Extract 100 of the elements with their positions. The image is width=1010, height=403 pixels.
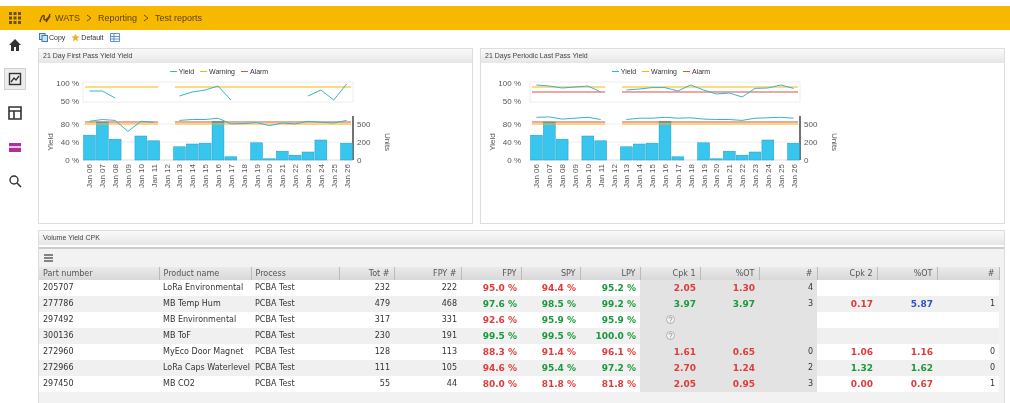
table-cell: PCBA Test: [251, 312, 339, 328]
column-header[interactable]: Product name: [159, 267, 251, 280]
breadcrumb-link[interactable]: Test reports: [155, 13, 203, 23]
tick-label: 40 %: [60, 138, 79, 147]
column-header[interactable]: #: [937, 267, 999, 280]
column-header[interactable]: Cpk 2: [817, 267, 877, 280]
axis-label: Units: [830, 132, 839, 152]
table-cell: PCBA Test: [251, 360, 339, 376]
home-icon: [8, 38, 22, 52]
axis-label: Yield: [488, 133, 497, 151]
table-cell: 1: [937, 296, 999, 312]
table-cell: 105: [394, 360, 461, 376]
axis-tick-label: Jan 25: [776, 164, 786, 189]
table-cell: 113: [394, 344, 461, 360]
axis-label: Yield: [46, 133, 55, 151]
column-header[interactable]: Cpk 1: [640, 267, 700, 280]
app-grid-icon[interactable]: [9, 12, 21, 24]
table-cell: 95.0 %: [461, 280, 521, 296]
table-cell: LoRa Environmental: [159, 280, 251, 296]
table-cell: 0.67: [877, 376, 937, 392]
table-cell: 0.65: [700, 344, 759, 360]
table-cell: 88.3 %: [461, 344, 521, 360]
tick-label: 0: [357, 156, 362, 165]
table-cell: 0: [759, 344, 817, 360]
chevron-icon: [143, 14, 150, 22]
tick-label: 100 %: [498, 79, 521, 88]
axis-tick-label: Jan 10: [136, 164, 146, 189]
dashboard-icon: [8, 106, 22, 120]
column-header[interactable]: Part number: [39, 267, 159, 280]
volume-bar: [134, 135, 148, 161]
table-cell: 2.05: [640, 376, 700, 392]
volume-bar: [581, 135, 595, 161]
axis-tick-label: Jan 11: [596, 164, 606, 188]
tick-label: 100 %: [56, 79, 79, 88]
column-header[interactable]: %OT: [877, 267, 937, 280]
table-icon: [109, 32, 120, 42]
table-cell: 232: [339, 280, 394, 296]
axis-tick-label: Jan 22: [291, 164, 301, 189]
axis-tick-label: Jan 13: [175, 164, 185, 189]
axis-label: Units: [383, 132, 392, 152]
table-cell: 230: [339, 328, 394, 344]
axis-tick-label: Jan 18: [686, 164, 696, 189]
table-cell: 99.5 %: [461, 328, 521, 344]
column-header[interactable]: SPY: [521, 267, 580, 280]
table-cell: 81.8 %: [580, 376, 640, 392]
table-cell: 97.2 %: [580, 360, 640, 376]
column-header[interactable]: FPY #: [394, 267, 461, 280]
table-cell: 1.24: [700, 360, 759, 376]
axis-tick-label: Jan 20: [265, 164, 275, 189]
table-cell: PCBA Test: [251, 344, 339, 360]
column-header[interactable]: FPY: [461, 267, 521, 280]
sidebar-item[interactable]: [4, 68, 26, 90]
column-header[interactable]: #: [759, 267, 817, 280]
table-cell: 44: [394, 376, 461, 392]
column-header[interactable]: %OT: [700, 267, 759, 280]
volume-bar: [633, 143, 646, 161]
table-cell: 1.32: [817, 360, 877, 376]
volume-bar: [620, 146, 633, 161]
table-cell: 91.4 %: [521, 344, 580, 360]
axis-tick-label: Jan 18: [239, 164, 249, 189]
table-cell: 95.4 %: [521, 360, 580, 376]
tick-label: 80 %: [502, 120, 521, 129]
table-cell: 0.17: [817, 296, 877, 312]
menu-icon[interactable]: [44, 254, 53, 262]
table-cell: 92.6 %: [461, 312, 521, 328]
table-view-button[interactable]: [108, 31, 121, 43]
table-cell: 94.6 %: [461, 360, 521, 376]
axis-tick-label: Jan 06: [532, 164, 542, 189]
table-cell: 111: [339, 360, 394, 376]
column-header[interactable]: LPY: [580, 267, 640, 280]
breadcrumb-link[interactable]: Reporting: [98, 13, 138, 23]
axis-tick-label: Jan 07: [545, 164, 555, 189]
help-icon: [665, 315, 675, 324]
column-header[interactable]: Process: [251, 267, 339, 280]
breadcrumb-link[interactable]: WATS: [55, 13, 80, 23]
axis-tick-label: Jan 22: [738, 164, 748, 189]
tick-label: 0: [804, 156, 809, 165]
table-cell: 0: [937, 344, 999, 360]
axis-tick-label: Jan 23: [304, 164, 313, 189]
axis-tick-label: Jan 19: [252, 164, 262, 189]
tick-label: 50 %: [502, 97, 521, 106]
table-cell: 99.5 %: [521, 328, 580, 344]
axis-tick-label: Jan 15: [201, 164, 211, 189]
axis-line: [352, 115, 354, 161]
table-cell: 1.16: [877, 344, 937, 360]
table-cell: 3.97: [640, 296, 700, 312]
table-cell: 272966: [39, 360, 159, 376]
axis-tick-label: Jan 15: [648, 164, 658, 189]
table-cell: 128: [339, 344, 394, 360]
volume-bar: [186, 143, 199, 161]
axis-tick-label: Jan 08: [558, 164, 568, 189]
column-header[interactable]: Tot #: [339, 267, 394, 280]
table-cell: MyEco Door Magnet: [159, 344, 251, 360]
table-cell: MB ToF: [159, 328, 251, 344]
star-icon: [71, 32, 81, 42]
copy-icon: [39, 32, 48, 42]
table-cell: PCBA Test: [251, 376, 339, 392]
table-cell: 3: [759, 376, 817, 392]
table-cell: 1.06: [817, 344, 877, 360]
table-cell: 479: [339, 296, 394, 312]
